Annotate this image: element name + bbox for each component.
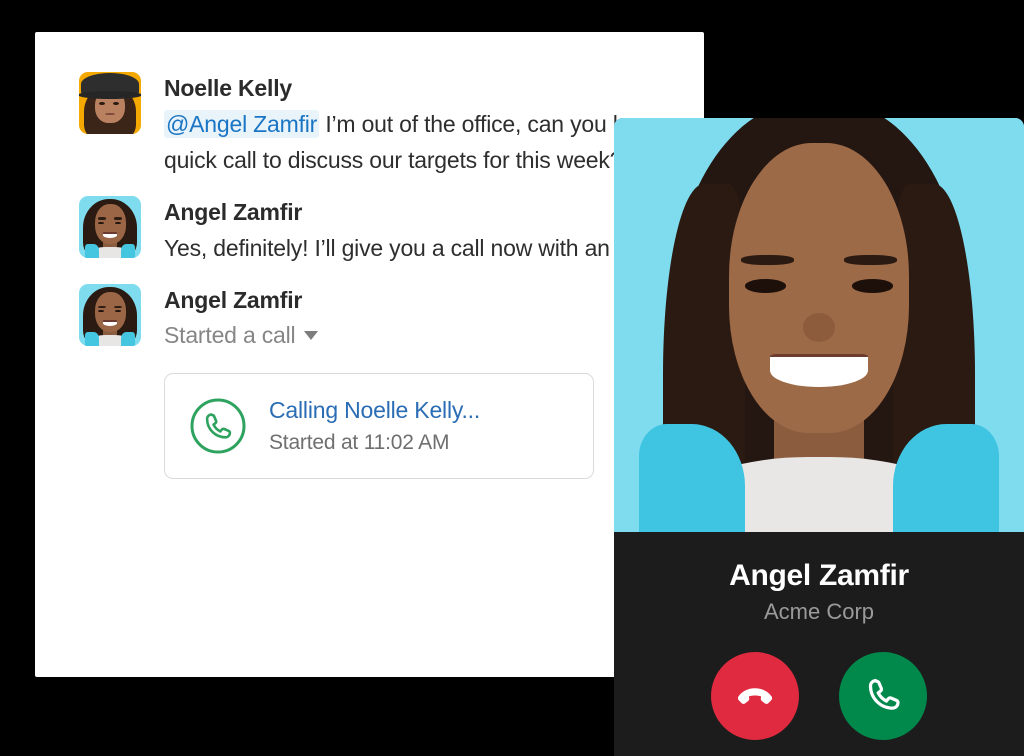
call-attachment-title[interactable]: Calling Noelle Kelly... bbox=[269, 396, 480, 426]
avatar-artwork bbox=[79, 196, 141, 259]
message-item: Angel Zamfir Yes, definitely! I’ll give … bbox=[79, 196, 704, 266]
caller-name: Angel Zamfir bbox=[729, 559, 909, 592]
avatar-noelle-kelly[interactable] bbox=[79, 72, 141, 134]
phone-icon bbox=[861, 673, 905, 720]
message-item: Angel Zamfir Started a call Calling Noel… bbox=[79, 284, 704, 479]
incoming-call-panel: Angel Zamfir Acme Corp bbox=[614, 118, 1024, 756]
chevron-down-icon[interactable] bbox=[304, 330, 319, 340]
caller-photo-angel-zamfir bbox=[614, 118, 1024, 532]
avatar-angel-zamfir[interactable] bbox=[79, 196, 141, 259]
user-mention[interactable]: @Angel Zamfir bbox=[164, 109, 320, 138]
call-status-label: Started a call bbox=[164, 322, 296, 349]
decline-call-button[interactable] bbox=[711, 652, 799, 741]
phone-hangup-icon bbox=[733, 673, 777, 720]
message-item: Noelle Kelly @Angel Zamfir I’m out of th… bbox=[79, 72, 704, 178]
phone-outline-icon bbox=[189, 397, 247, 455]
message-list: Noelle Kelly @Angel Zamfir I’m out of th… bbox=[35, 32, 704, 479]
call-action-buttons bbox=[614, 652, 1024, 741]
message-card: Noelle Kelly @Angel Zamfir I’m out of th… bbox=[35, 32, 704, 677]
accept-call-button[interactable] bbox=[839, 652, 927, 741]
call-attachment-info: Calling Noelle Kelly... Started at 11:02… bbox=[269, 396, 480, 456]
caller-details: Angel Zamfir Acme Corp bbox=[614, 532, 1024, 741]
screenshot-stage: Noelle Kelly @Angel Zamfir I’m out of th… bbox=[0, 0, 1024, 756]
avatar-artwork bbox=[79, 284, 141, 347]
message-author: Noelle Kelly bbox=[164, 75, 292, 101]
caller-photo-artwork bbox=[614, 118, 1024, 532]
avatar-artwork bbox=[79, 72, 141, 134]
call-attachment-card[interactable]: Calling Noelle Kelly... Started at 11:02… bbox=[164, 372, 594, 479]
caller-organization: Acme Corp bbox=[763, 599, 875, 624]
avatar-angel-zamfir[interactable] bbox=[79, 284, 141, 347]
call-attachment-subtitle: Started at 11:02 AM bbox=[269, 430, 450, 454]
